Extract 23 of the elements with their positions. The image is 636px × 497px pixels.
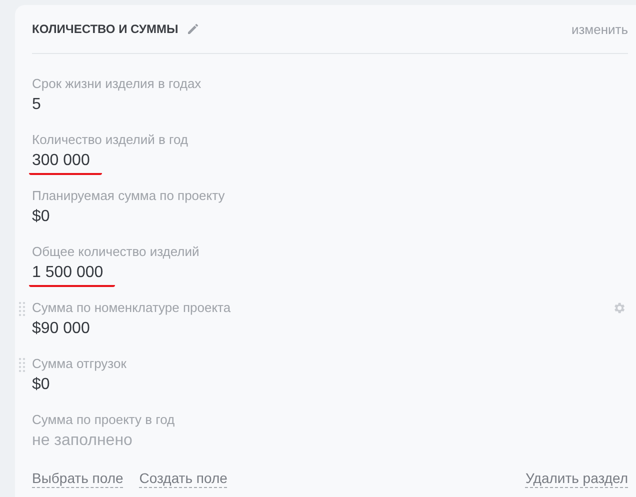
field-value: 5 [32, 95, 41, 115]
edit-link[interactable]: изменить [571, 22, 628, 36]
footer-link[interactable]: Создать поле [139, 469, 228, 488]
drag-handle-icon[interactable] [19, 358, 25, 372]
field-value: $0 [32, 375, 50, 395]
field-label: Сумма по проекту в год [32, 411, 175, 429]
delete-section-link[interactable]: Удалить раздел [525, 469, 628, 488]
drag-handle-icon[interactable] [19, 302, 25, 316]
field-label: Общее количество изделий [32, 243, 200, 261]
field-label: Сумма по номенклатуре проекта [32, 299, 231, 317]
field-label: Сумма отгрузок [32, 355, 126, 373]
field-value: $90 000 [32, 319, 90, 339]
field-label: Планируемая сумма по проекту [32, 187, 225, 205]
settings-icon[interactable] [612, 301, 626, 315]
field-value: не заполнено [32, 431, 132, 451]
pencil-icon[interactable] [187, 23, 200, 35]
field-label: Срок жизни изделия в годах [32, 75, 202, 93]
field-value: $0 [32, 207, 50, 227]
field-value: 300 000 [29, 149, 102, 175]
section-title: КОЛИЧЕСТВО И СУММЫ [32, 22, 178, 36]
field-label: Количество изделий в год [32, 131, 188, 149]
footer-link[interactable]: Выбрать поле [32, 469, 124, 488]
field-value: 1 500 000 [29, 261, 116, 287]
